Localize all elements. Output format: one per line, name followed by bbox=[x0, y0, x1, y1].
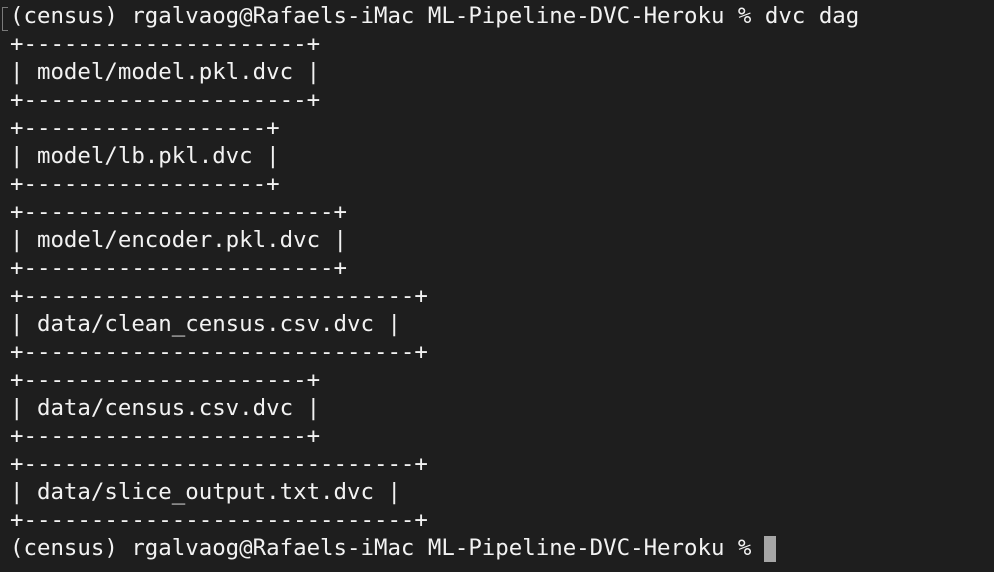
dag-line: | model/model.pkl.dvc | bbox=[10, 59, 321, 85]
dag-line: +-----------------------+ bbox=[10, 255, 348, 281]
prompt-text: (census) rgalvaog@Rafaels-iMac ML-Pipeli… bbox=[10, 3, 752, 29]
active-prompt-line[interactable]: (census) rgalvaog@Rafaels-iMac ML-Pipeli… bbox=[10, 534, 994, 562]
terminal-window[interactable]: (census) rgalvaog@Rafaels-iMac ML-Pipeli… bbox=[0, 0, 994, 572]
command-line: (census) rgalvaog@Rafaels-iMac ML-Pipeli… bbox=[10, 2, 994, 30]
terminal-cursor[interactable] bbox=[764, 535, 777, 562]
dag-line: +------------------+ bbox=[10, 171, 280, 197]
dag-line: | data/slice_output.txt.dvc | bbox=[10, 479, 401, 505]
dag-line: | data/census.csv.dvc | bbox=[10, 395, 321, 421]
dag-line: +---------------------+ bbox=[10, 87, 321, 113]
dag-line: +---------------------+ bbox=[10, 367, 321, 393]
dag-line: +-----------------------------+ bbox=[10, 283, 428, 309]
dag-line: +---------------------+ bbox=[10, 423, 321, 449]
prompt-text: (census) rgalvaog@Rafaels-iMac ML-Pipeli… bbox=[10, 535, 752, 561]
dag-line: +-----------------------------+ bbox=[10, 507, 428, 533]
command-text: dvc dag bbox=[764, 3, 860, 29]
dag-line: +---------------------+ bbox=[10, 31, 321, 57]
selection-bracket-marker bbox=[2, 7, 8, 31]
dag-line: | model/encoder.pkl.dvc | bbox=[10, 227, 348, 253]
dag-line: | data/clean_census.csv.dvc | bbox=[10, 311, 401, 337]
dag-line: | model/lb.pkl.dvc | bbox=[10, 143, 280, 169]
dag-line: +------------------+ bbox=[10, 115, 280, 141]
dag-line: +-----------------------------+ bbox=[10, 451, 428, 477]
dag-line: +-----------------------------+ bbox=[10, 339, 428, 365]
dag-line: +-----------------------+ bbox=[10, 199, 348, 225]
